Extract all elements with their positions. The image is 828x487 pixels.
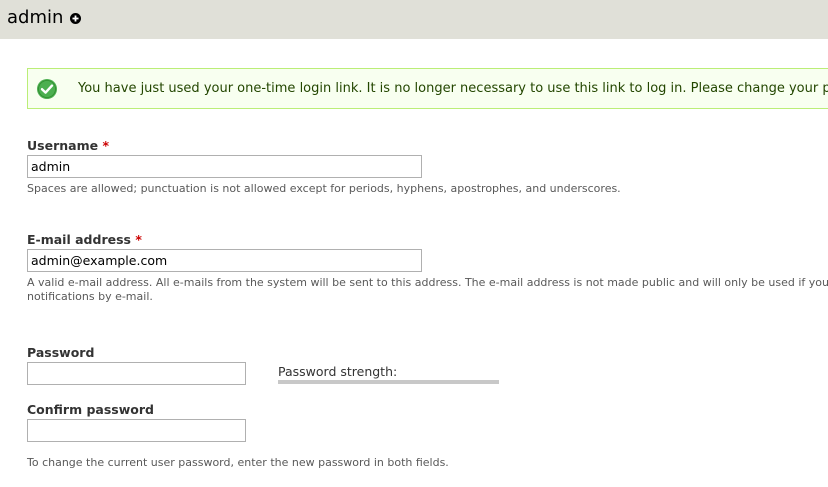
email-input[interactable] (27, 249, 422, 272)
username-label-text: Username (27, 138, 99, 153)
password-strength-label: Password strength: (278, 364, 397, 379)
password-label: Password (27, 345, 95, 360)
password-strength-bar (278, 380, 499, 384)
password-input[interactable] (27, 362, 246, 385)
confirm-password-input[interactable] (27, 419, 246, 442)
username-label: Username * (27, 138, 109, 153)
check-circle-icon (37, 79, 57, 99)
plus-circle-icon[interactable] (70, 13, 81, 24)
user-edit-page: admin You have just used your one-time l… (0, 0, 828, 487)
password-strength-title: Password strength: (278, 364, 398, 379)
required-marker: * (135, 232, 142, 247)
plus-glyph (72, 15, 79, 22)
email-description-line1: A valid e-mail address. All e-mails from… (27, 276, 828, 289)
username-input[interactable] (27, 155, 422, 178)
username-description: Spaces are allowed; punctuation is not a… (27, 182, 621, 195)
email-description-line2: notifications by e-mail. (27, 290, 153, 303)
required-marker: * (102, 138, 109, 153)
status-message-text: You have just used your one-time login l… (78, 81, 828, 96)
status-message: You have just used your one-time login l… (27, 68, 828, 109)
email-label-text: E-mail address (27, 232, 131, 247)
email-label: E-mail address * (27, 232, 142, 247)
page-header: admin (0, 0, 828, 39)
confirm-password-label: Confirm password (27, 402, 154, 417)
password-description: To change the current user password, ent… (27, 456, 449, 469)
page-title: admin (7, 7, 64, 28)
